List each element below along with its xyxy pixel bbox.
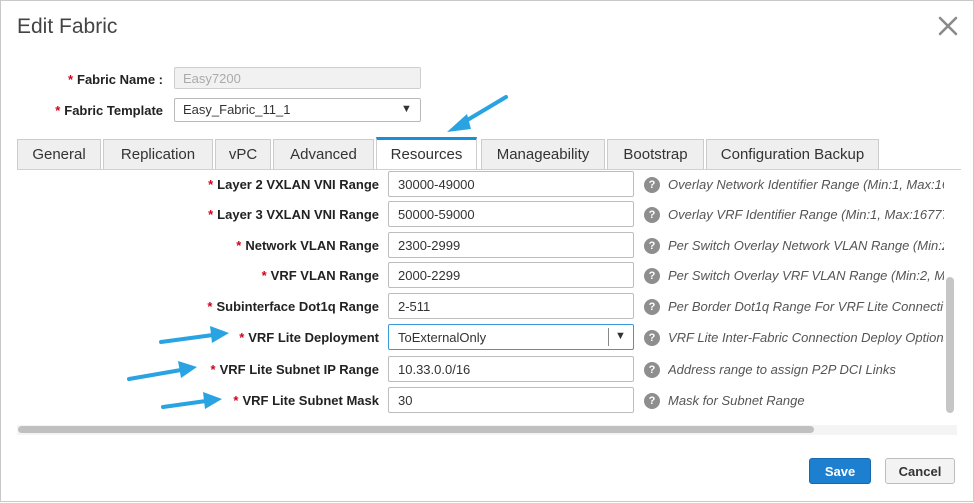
- required-marker: *: [208, 207, 214, 222]
- vrf-vlan-range-desc: Per Switch Overlay VRF VLAN Range (Min:2…: [668, 268, 944, 283]
- required-marker: *: [236, 238, 242, 253]
- horizontal-scrollbar[interactable]: [18, 426, 814, 433]
- l3-vni-range-label: Layer 3 VXLAN VNI Range: [217, 207, 379, 222]
- row-vrf-lite-subnet-mask: * VRF Lite Subnet Mask 30 ? Mask for Subn…: [17, 387, 957, 415]
- dialog-title: Edit Fabric: [17, 15, 118, 38]
- vrf-lite-subnet-mask-desc: Mask for Subnet Range: [668, 393, 805, 408]
- chevron-down-icon[interactable]: ▼: [615, 330, 626, 342]
- tab-bar: General Replication vPC Advanced Resourc…: [17, 137, 961, 171]
- required-marker: *: [210, 362, 216, 377]
- required-marker: *: [233, 393, 239, 408]
- cancel-button[interactable]: Cancel: [885, 458, 955, 484]
- tab-configuration-backup[interactable]: Configuration Backup: [706, 139, 879, 169]
- help-icon[interactable]: ?: [644, 238, 660, 254]
- vrf-lite-subnet-ip-range-input[interactable]: 10.33.0.0/16: [388, 356, 634, 382]
- fabric-template-value: Easy_Fabric_11_1: [183, 102, 291, 117]
- l2-vni-range-desc: Overlay Network Identifier Range (Min:1,…: [668, 177, 944, 192]
- vrf-lite-subnet-ip-range-desc: Address range to assign P2P DCI Links: [668, 362, 896, 377]
- network-vlan-range-label: Network VLAN Range: [245, 238, 379, 253]
- row-vrf-lite-subnet-ip-range: * VRF Lite Subnet IP Range 10.33.0.0/16 ?…: [17, 356, 957, 384]
- tab-advanced[interactable]: Advanced: [273, 139, 374, 169]
- tab-manageability[interactable]: Manageability: [481, 139, 605, 169]
- vrf-lite-subnet-mask-input[interactable]: 30: [388, 387, 634, 413]
- row-vrf-lite-deployment: * VRF Lite Deployment ToExternalOnly ▼ ? …: [17, 324, 957, 352]
- l2-vni-range-input[interactable]: 30000-49000: [388, 171, 634, 197]
- required-marker: *: [239, 330, 245, 345]
- vrf-vlan-range-input[interactable]: 2000-2299: [388, 262, 634, 288]
- resources-panel: * Layer 2 VXLAN VNI Range 30000-49000 ? O…: [17, 170, 957, 425]
- vrf-lite-subnet-ip-range-label: VRF Lite Subnet IP Range: [219, 362, 379, 377]
- help-icon[interactable]: ?: [644, 393, 660, 409]
- vrf-lite-subnet-mask-label: VRF Lite Subnet Mask: [242, 393, 379, 408]
- required-marker: *: [207, 299, 213, 314]
- close-icon[interactable]: [935, 13, 961, 39]
- row-vrf-vlan-range: * VRF VLAN Range 2000-2299 ? Per Switch O…: [17, 262, 957, 290]
- row-subinterface-dot1q-range: * Subinterface Dot1q Range 2-511 ? Per Bo…: [17, 293, 957, 321]
- vrf-vlan-range-label: VRF VLAN Range: [270, 268, 379, 283]
- vrf-lite-deployment-desc: VRF Lite Inter-Fabric Connection Deploy …: [668, 330, 944, 345]
- l3-vni-range-desc: Overlay VRF Identifier Range (Min:1, Max…: [668, 207, 944, 222]
- fabric-name-input[interactable]: [174, 67, 421, 89]
- subinterface-dot1q-range-input[interactable]: 2-511: [388, 293, 634, 319]
- tab-resources[interactable]: Resources: [376, 137, 477, 169]
- subinterface-dot1q-range-label: Subinterface Dot1q Range: [216, 299, 379, 314]
- vrf-lite-deployment-select[interactable]: ToExternalOnly: [388, 324, 634, 350]
- chevron-down-icon[interactable]: ▼: [401, 103, 412, 115]
- fabric-template-label: * Fabric Template: [55, 103, 163, 118]
- help-icon[interactable]: ?: [644, 362, 660, 378]
- select-divider: [608, 328, 609, 346]
- tab-bootstrap[interactable]: Bootstrap: [607, 139, 704, 169]
- annotation-arrow-icon: [447, 95, 508, 132]
- required-marker: *: [67, 72, 74, 87]
- required-marker: *: [55, 103, 61, 118]
- fabric-name-label: * Fabric Name :: [67, 72, 163, 87]
- tab-replication[interactable]: Replication: [103, 139, 213, 169]
- help-icon[interactable]: ?: [644, 177, 660, 193]
- save-button[interactable]: Save: [809, 458, 871, 484]
- help-icon[interactable]: ?: [644, 268, 660, 284]
- fabric-template-select[interactable]: Easy_Fabric_11_1: [174, 98, 421, 122]
- network-vlan-range-desc: Per Switch Overlay Network VLAN Range (M…: [668, 238, 944, 253]
- required-marker: *: [208, 177, 214, 192]
- help-icon[interactable]: ?: [644, 299, 660, 315]
- l2-vni-range-label: Layer 2 VXLAN VNI Range: [217, 177, 379, 192]
- help-icon[interactable]: ?: [644, 330, 660, 346]
- row-l2-vni-range: * Layer 2 VXLAN VNI Range 30000-49000 ? O…: [17, 171, 957, 199]
- vrf-lite-deployment-label: VRF Lite Deployment: [248, 330, 379, 345]
- row-l3-vni-range: * Layer 3 VXLAN VNI Range 50000-59000 ? O…: [17, 201, 957, 229]
- row-network-vlan-range: * Network VLAN Range 2300-2999 ? Per Swit…: [17, 232, 957, 260]
- subinterface-dot1q-range-desc: Per Border Dot1q Range For VRF Lite Conn…: [668, 299, 944, 314]
- required-marker: *: [261, 268, 267, 283]
- help-icon[interactable]: ?: [644, 207, 660, 223]
- network-vlan-range-input[interactable]: 2300-2999: [388, 232, 634, 258]
- l3-vni-range-input[interactable]: 50000-59000: [388, 201, 634, 227]
- vertical-scrollbar[interactable]: [946, 277, 954, 413]
- edit-fabric-dialog: Edit Fabric *Fabric Name : *Fabric Templ…: [0, 0, 974, 502]
- tab-general[interactable]: General: [17, 139, 101, 169]
- tab-vpc[interactable]: vPC: [215, 139, 271, 169]
